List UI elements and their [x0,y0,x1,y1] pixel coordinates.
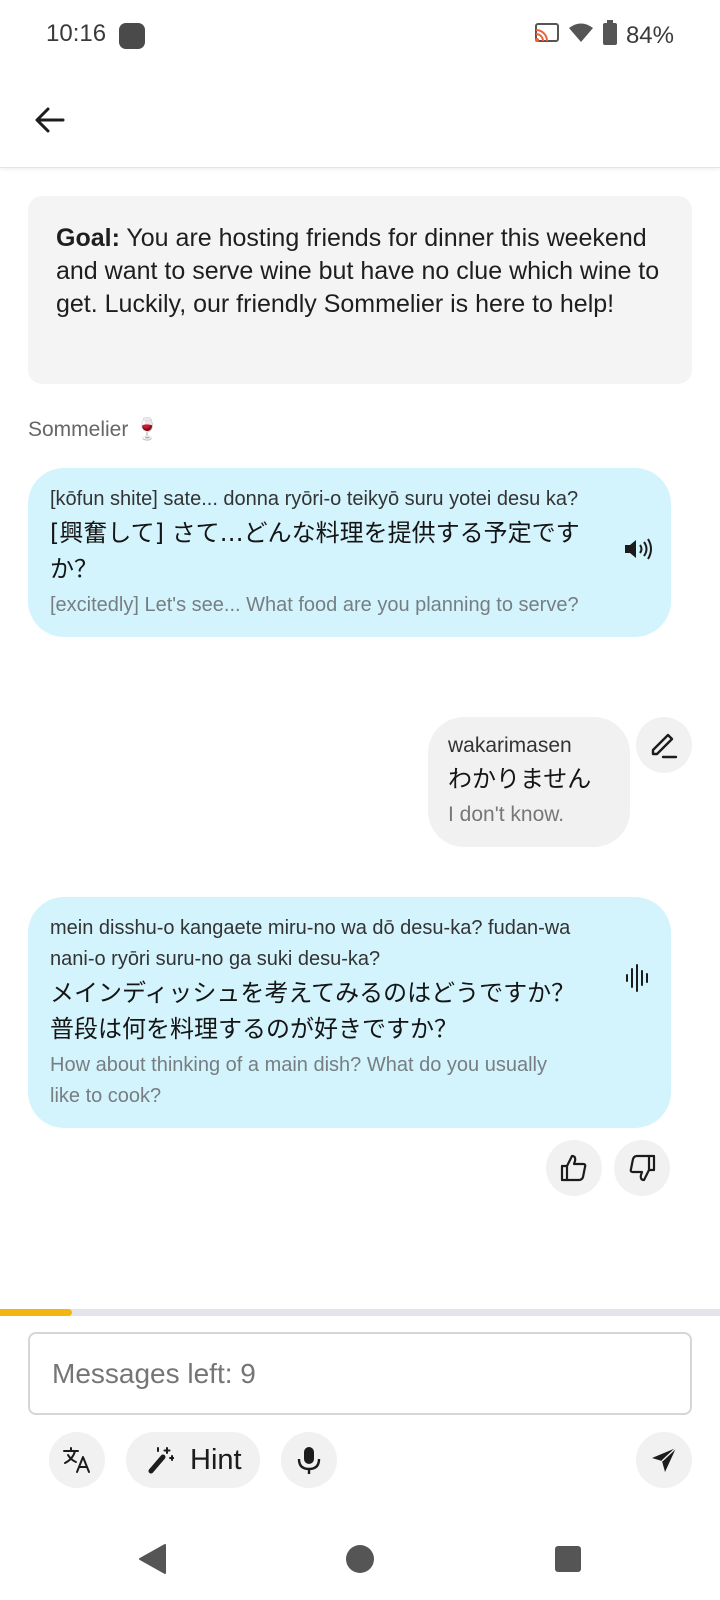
message-japanese: メインディッシュを考えてみるのはどうですか？普段は何を料理するのが好きですか？ [50,979,576,1043]
translate-icon [63,1447,90,1473]
message-translation: [excitedly] Let's see... What food are y… [50,594,579,616]
microphone-icon [297,1447,321,1474]
user-message-bubble[interactable]: wakarimasen わかりません I don't know. [428,717,630,847]
progress-fill [0,1309,72,1316]
message-romanized: wakarimasen [448,734,572,757]
goal-text: You are hosting friends for dinner this … [56,224,660,318]
speaker-label: Sommelier 🍷 [28,418,161,441]
battery-icon [602,20,618,51]
bot-message-bubble[interactable]: [kōfun shite] sate... donna ryōri-o teik… [28,468,671,637]
hint-button[interactable]: Hint [126,1432,260,1488]
app-notification-icon [119,23,145,49]
edit-pencil-icon [651,733,678,759]
battery-percent: 84% [625,21,674,49]
magic-wand-icon [148,1447,174,1474]
messages-progress-bar [0,1309,720,1316]
message-translation: How about thinking of a main dish? What … [50,1054,547,1107]
microphone-button[interactable] [281,1432,337,1488]
system-navigation-bar [0,1520,720,1600]
nav-back-icon[interactable] [135,1542,169,1576]
back-button[interactable] [26,96,74,144]
nav-home-icon[interactable] [343,1542,377,1576]
message-input[interactable] [28,1332,692,1415]
goal-label: Goal: [56,224,120,252]
cast-icon [534,22,560,49]
thumbs-up-button[interactable] [546,1140,602,1196]
arrow-left-icon [35,107,65,133]
nav-recents-icon[interactable] [551,1542,585,1576]
message-translation: I don't know. [448,803,565,826]
thumbs-down-button[interactable] [614,1140,670,1196]
status-icons: 84% [534,20,674,51]
message-romanized: [kōfun shite] sate... donna ryōri-o teik… [50,488,579,510]
speaker-icon[interactable] [623,534,653,564]
translate-button[interactable] [49,1432,105,1488]
edit-message-button[interactable] [636,717,692,773]
status-bar: 10:16 84% [0,0,720,72]
audio-waveform-icon[interactable] [623,963,653,993]
status-time: 10:16 [46,20,107,47]
wifi-icon [568,22,594,49]
thumbs-down-icon [629,1154,656,1182]
goal-card: Goal: You are hosting friends for dinner… [28,196,692,384]
message-japanese: わかりません [448,765,592,793]
send-button[interactable] [636,1432,692,1488]
message-romanized: mein disshu-o kangaete miru-no wa dō des… [50,917,571,970]
message-japanese: [興奮して] さて…どんな料理を提供する予定ですか？ [50,519,580,583]
hint-label: Hint [190,1443,242,1476]
app-header [0,72,720,168]
thumbs-up-icon [560,1154,587,1182]
bot-message-bubble[interactable]: mein disshu-o kangaete miru-no wa dō des… [28,897,671,1128]
send-icon [652,1447,677,1472]
